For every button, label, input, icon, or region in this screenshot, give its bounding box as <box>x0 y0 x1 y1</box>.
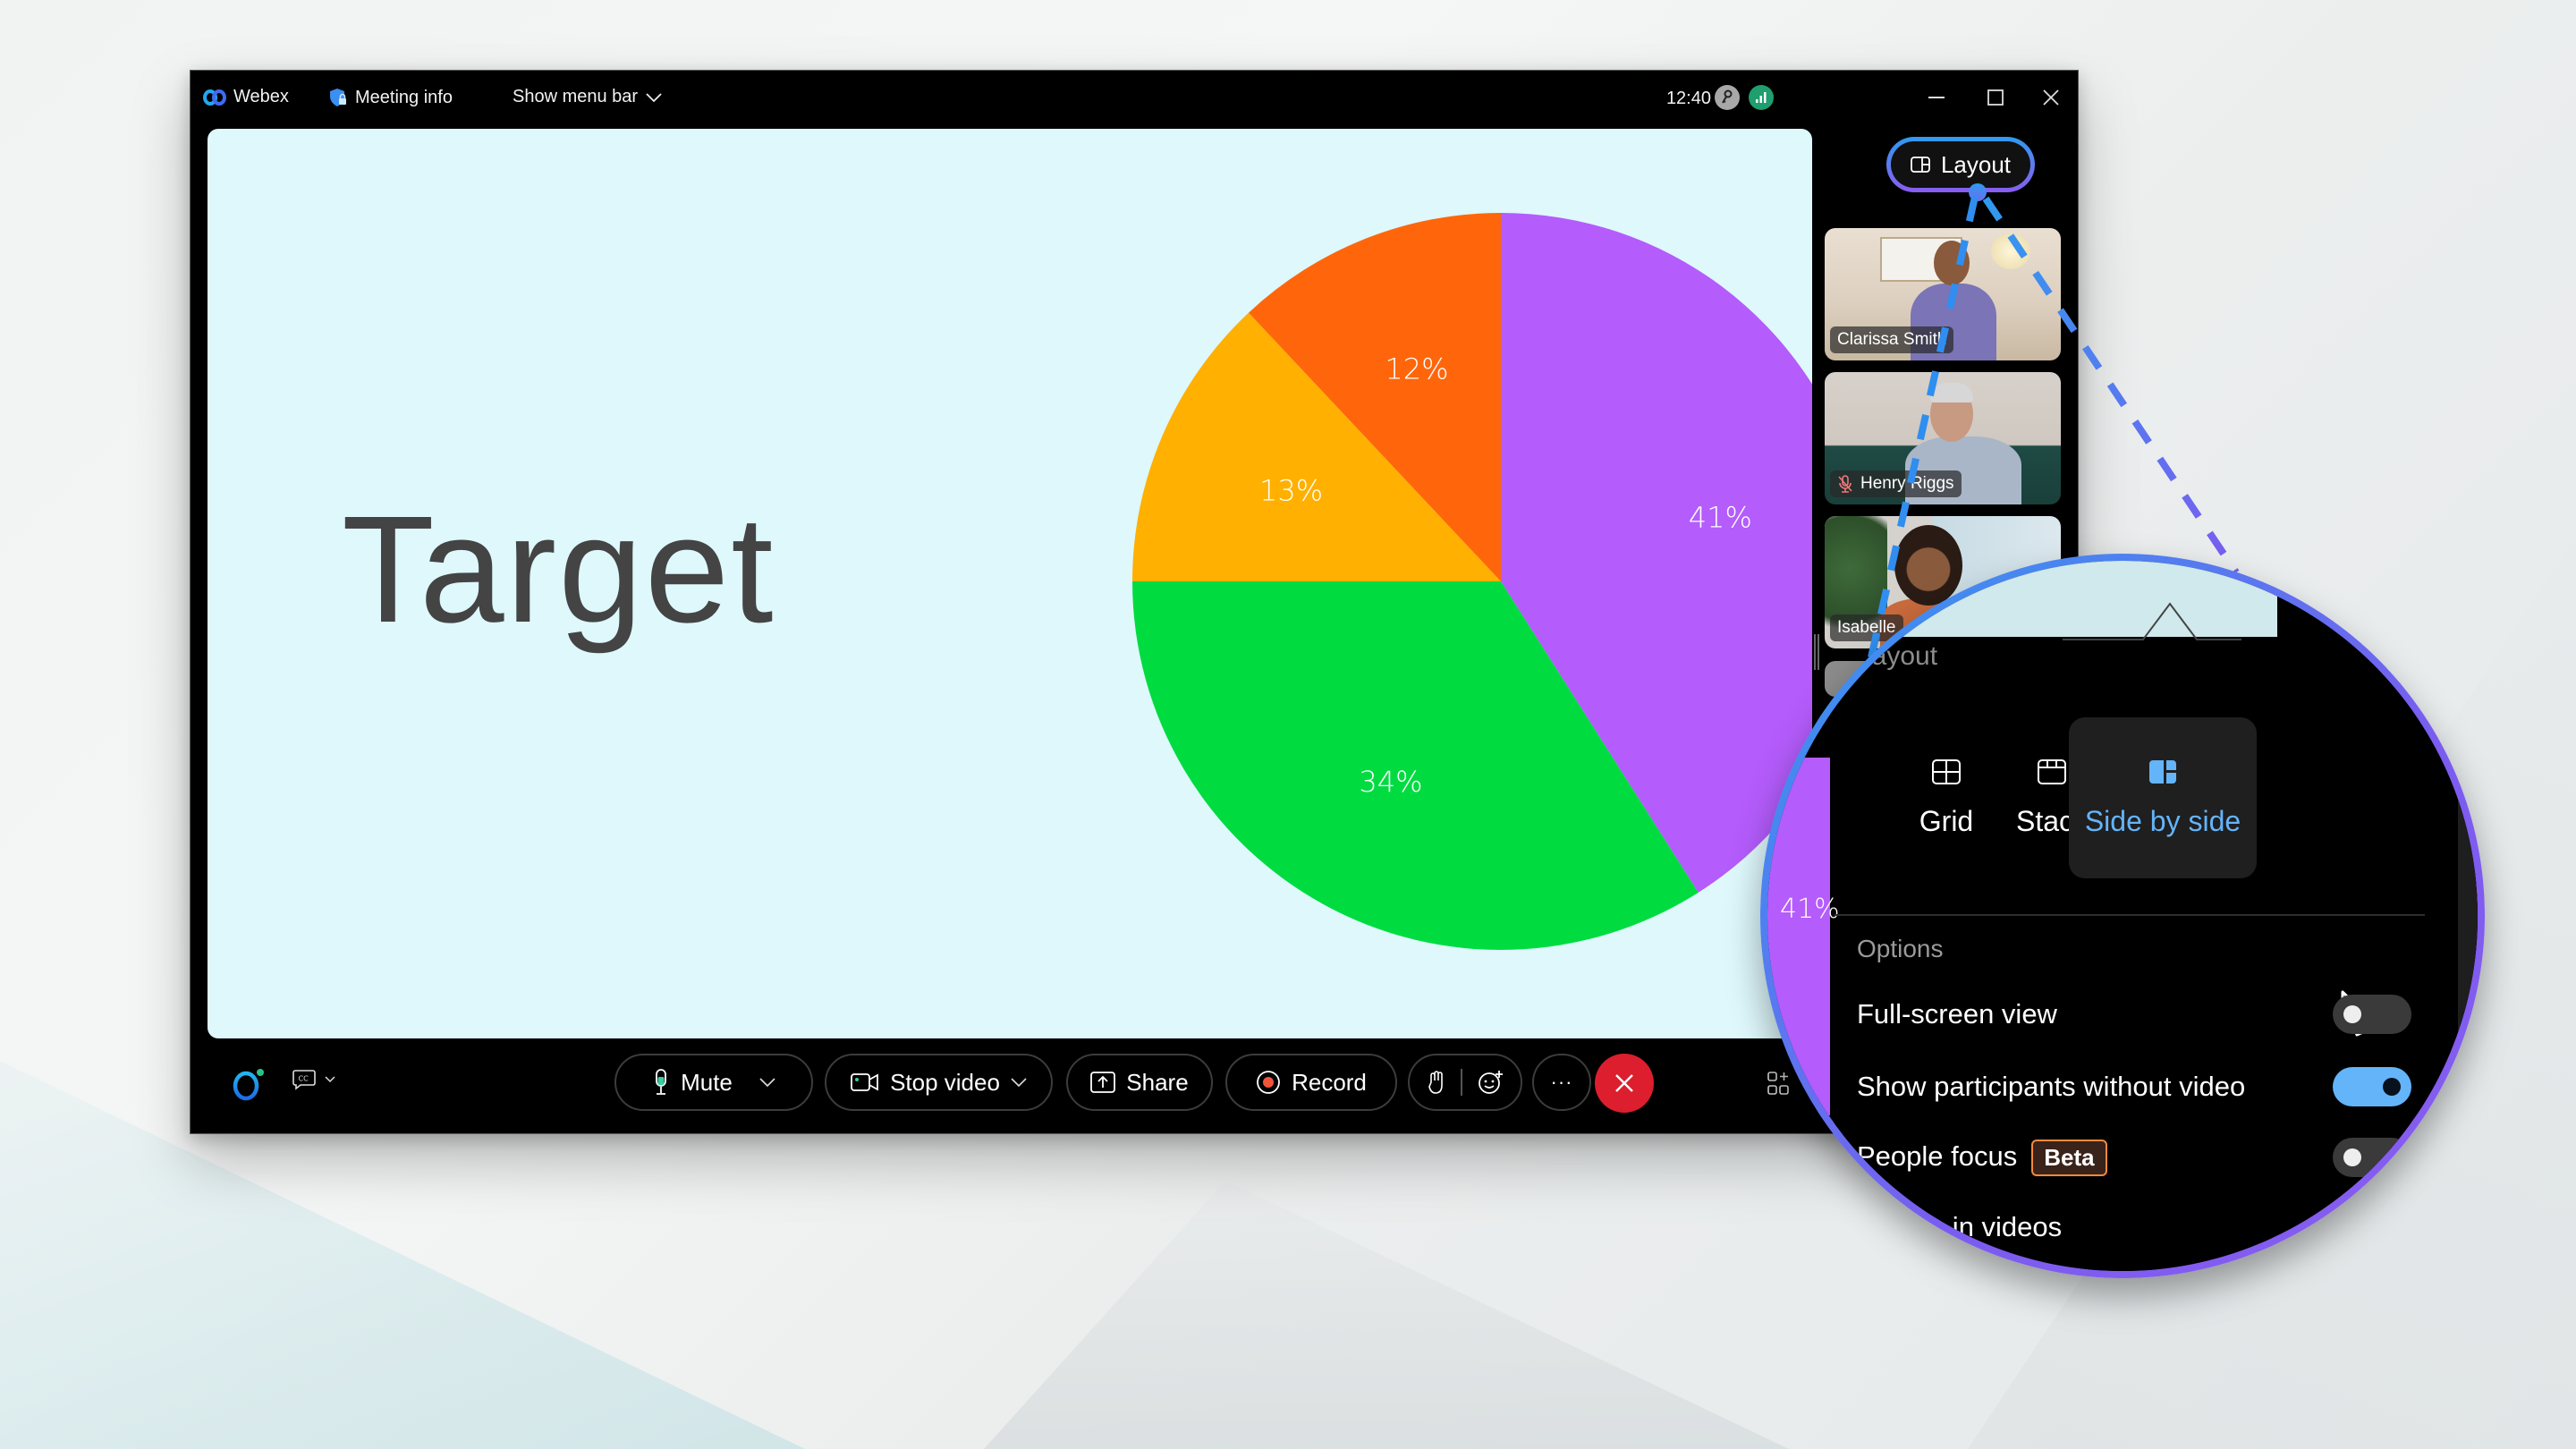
slide-title: Target <box>342 485 775 655</box>
pie-slice-label: 34% <box>1359 765 1422 799</box>
mute-label: Mute <box>681 1068 733 1096</box>
sidebar-resize-handle[interactable] <box>1814 634 1819 670</box>
microphone-icon <box>656 1069 666 1095</box>
toggle-knob <box>2343 1148 2361 1166</box>
add-reaction-icon[interactable] <box>1477 1069 1504 1096</box>
options-header: Options <box>1857 935 1944 962</box>
setting-show-participants-without-video: Show participants without video <box>1857 1067 2411 1106</box>
participant-video[interactable]: Henry Riggs <box>1825 372 2061 504</box>
participant-name-tag: Henry Riggs <box>1830 470 1962 497</box>
show-menu-bar-button[interactable]: Show menu bar <box>513 87 663 107</box>
pie-slice-label: 12% <box>1385 352 1448 386</box>
closed-captions-button[interactable]: CC <box>292 1069 335 1090</box>
microphone-muted-icon <box>1838 475 1852 493</box>
pie-slice-label: 13% <box>1259 474 1323 508</box>
magnified-layout-popover: 41% Layout Grid Stack Side by side Optio… <box>1760 554 2485 1278</box>
close-icon <box>1615 1074 1633 1092</box>
setting-people-focus: People focus Beta <box>1857 1138 2411 1177</box>
people-focus-toggle[interactable] <box>2333 1138 2411 1177</box>
webex-logo-icon <box>203 89 226 106</box>
share-icon <box>1090 1072 1116 1093</box>
ai-assistant-icon[interactable] <box>231 1065 268 1103</box>
closed-captions-icon: CC <box>292 1070 316 1090</box>
title-bar: Webex Meeting info Show menu bar 12:40 <box>191 71 2078 129</box>
divider <box>1835 914 2425 916</box>
show-participants-without-video-toggle[interactable] <box>2333 1067 2411 1106</box>
layout-option-side-by-side[interactable]: Side by side <box>2069 717 2257 878</box>
divider <box>1461 1069 1462 1096</box>
stack-layout-icon <box>2038 758 2066 784</box>
close-window-button[interactable] <box>2033 81 2069 114</box>
key-icon[interactable] <box>1715 85 1740 110</box>
share-button[interactable]: Share <box>1066 1054 1213 1111</box>
toggle-knob <box>2383 1078 2401 1096</box>
magnified-pie-label: 41% <box>1780 894 1840 925</box>
participant-name: Clarissa Smith <box>1837 330 1947 349</box>
chevron-right-icon <box>2400 1217 2411 1237</box>
record-button[interactable]: Record <box>1225 1054 1397 1111</box>
chevron-down-icon[interactable] <box>1011 1078 1027 1087</box>
record-label: Record <box>1292 1068 1367 1096</box>
popover-header: Layout <box>1857 641 1938 671</box>
share-label: Share <box>1126 1068 1189 1096</box>
clock: 12:40 <box>1665 89 1711 108</box>
more-icon: ··· <box>1550 1071 1573 1093</box>
names-in-videos-menu-item[interactable]: Names in videos <box>1857 1211 2411 1243</box>
show-menu-bar-label: Show menu bar <box>513 87 639 106</box>
svg-text:CC: CC <box>299 1075 309 1083</box>
lamp <box>1991 233 2030 269</box>
raise-hand-icon[interactable] <box>1427 1070 1446 1095</box>
more-options-button[interactable]: ··· <box>1532 1054 1591 1111</box>
minimize-button[interactable] <box>1919 81 1954 114</box>
popover-arrow <box>2063 602 2241 640</box>
toggle-knob <box>2343 1005 2361 1023</box>
full-screen-view-toggle[interactable] <box>2333 995 2411 1034</box>
setting-label: People focus <box>1857 1140 2018 1172</box>
stop-video-label: Stop video <box>890 1068 1000 1096</box>
setting-full-screen-view: Full-screen view <box>1857 995 2411 1034</box>
person-hair <box>1930 383 1973 402</box>
beta-badge: Beta <box>2031 1139 2107 1176</box>
webex-brand: Webex <box>203 87 289 107</box>
chevron-down-icon <box>646 92 662 102</box>
participant-video[interactable]: Clarissa Smith <box>1825 228 2061 360</box>
layout-icon <box>1911 157 1930 173</box>
reactions-group <box>1408 1054 1522 1111</box>
leave-meeting-button[interactable] <box>1595 1054 1654 1113</box>
grid-layout-icon <box>1932 758 1961 784</box>
layout-option-label: Side by side <box>2084 804 2241 837</box>
layout-button-label: Layout <box>1940 150 2012 178</box>
chevron-down-icon <box>325 1076 335 1083</box>
minimize-icon <box>1928 97 1945 98</box>
setting-label: Show participants without video <box>1857 1071 2246 1102</box>
chevron-down-icon[interactable] <box>759 1078 775 1087</box>
setting-label-group: People focus Beta <box>1857 1139 2107 1176</box>
background-facet <box>984 1181 1789 1449</box>
side-by-side-layout-icon <box>2149 759 2176 784</box>
camera-icon <box>851 1073 878 1091</box>
app-name: Webex <box>233 87 289 106</box>
maximize-icon <box>1987 89 2004 106</box>
network-signal-icon[interactable] <box>1749 85 1774 110</box>
person-head <box>1934 241 1970 285</box>
callout-anchor-dot <box>1969 183 1987 201</box>
meeting-info-button[interactable]: Meeting info <box>328 87 453 108</box>
setting-label: Full-screen view <box>1857 998 2057 1030</box>
pie-slice-label: 41% <box>1689 501 1752 535</box>
pie-chart: 41% 34% 13% 12% <box>1132 213 1812 950</box>
participant-name-tag: Clarissa Smith <box>1830 326 1954 353</box>
magnified-pie-slice <box>1767 758 1830 1115</box>
maximize-button[interactable] <box>1978 81 2013 114</box>
mute-button[interactable]: Mute <box>614 1054 813 1111</box>
popover-scroll-edge <box>2458 632 2478 1258</box>
close-icon <box>2043 89 2059 106</box>
shield-lock-icon <box>330 89 346 106</box>
meeting-info-label: Meeting info <box>355 87 453 107</box>
stop-video-button[interactable]: Stop video <box>825 1054 1053 1111</box>
shared-content: Target 41% 34% 13% 12% <box>208 129 1812 1038</box>
participant-name: Henry Riggs <box>1860 474 1954 493</box>
setting-label: Names in videos <box>1857 1211 2063 1242</box>
layout-button[interactable]: Layout <box>1886 137 2035 192</box>
record-icon <box>1257 1071 1280 1094</box>
